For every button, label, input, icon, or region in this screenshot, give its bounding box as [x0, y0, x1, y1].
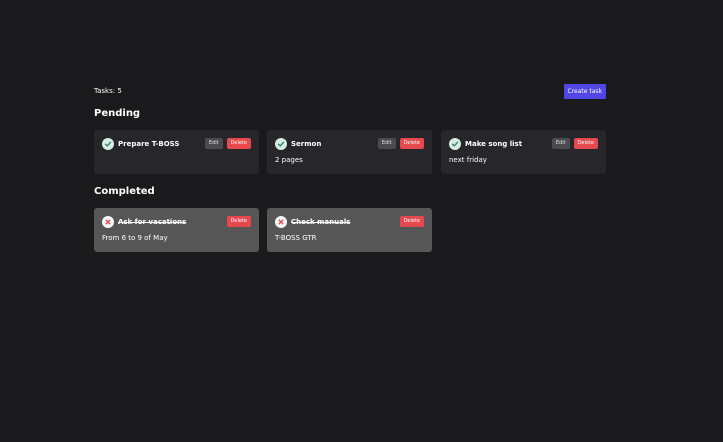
pending-section-title: Pending [94, 108, 141, 119]
edit-button[interactable]: Edit [204, 138, 223, 149]
edit-button[interactable]: Edit [551, 138, 570, 149]
task-title: Make song list [465, 140, 523, 148]
delete-button[interactable]: Delete [226, 138, 251, 149]
task-description: From 6 to 9 of May [102, 234, 168, 242]
task-description: T-BOSS GTR [275, 234, 317, 242]
task-card: Ask for vacations Delete From 6 to 9 of … [94, 208, 259, 252]
x-circle-icon[interactable] [275, 216, 287, 228]
delete-button[interactable]: Delete [399, 138, 424, 149]
delete-button[interactable]: Delete [399, 216, 424, 227]
delete-button[interactable]: Delete [573, 138, 598, 149]
task-count: Tasks: 5 [94, 87, 122, 95]
toolbar: Tasks: 5 Create task [94, 84, 606, 99]
create-task-button[interactable]: Create task [563, 84, 606, 99]
delete-button[interactable]: Delete [226, 216, 251, 227]
task-description: next friday [449, 156, 487, 164]
task-description: 2 pages [275, 156, 303, 164]
task-actions: Edit Delete [377, 138, 424, 149]
edit-button[interactable]: Edit [377, 138, 396, 149]
task-card: Prepare T-BOSS Edit Delete [94, 130, 259, 174]
task-actions: Delete [399, 216, 424, 227]
task-title: Ask for vacations [118, 218, 187, 226]
x-circle-icon[interactable] [102, 216, 114, 228]
task-card: Check manuals Delete T-BOSS GTR [267, 208, 432, 252]
completed-section-title: Completed [94, 186, 155, 197]
task-actions: Edit Delete [204, 138, 251, 149]
task-actions: Delete [226, 216, 251, 227]
task-title: Check manuals [291, 218, 351, 226]
check-circle-icon[interactable] [275, 138, 287, 150]
task-card: Make song list Edit Delete next friday [441, 130, 606, 174]
task-title: Prepare T-BOSS [118, 140, 180, 148]
task-title: Sermon [291, 140, 322, 148]
check-circle-icon[interactable] [449, 138, 461, 150]
task-card: Sermon Edit Delete 2 pages [267, 130, 432, 174]
check-circle-icon[interactable] [102, 138, 114, 150]
task-actions: Edit Delete [551, 138, 598, 149]
